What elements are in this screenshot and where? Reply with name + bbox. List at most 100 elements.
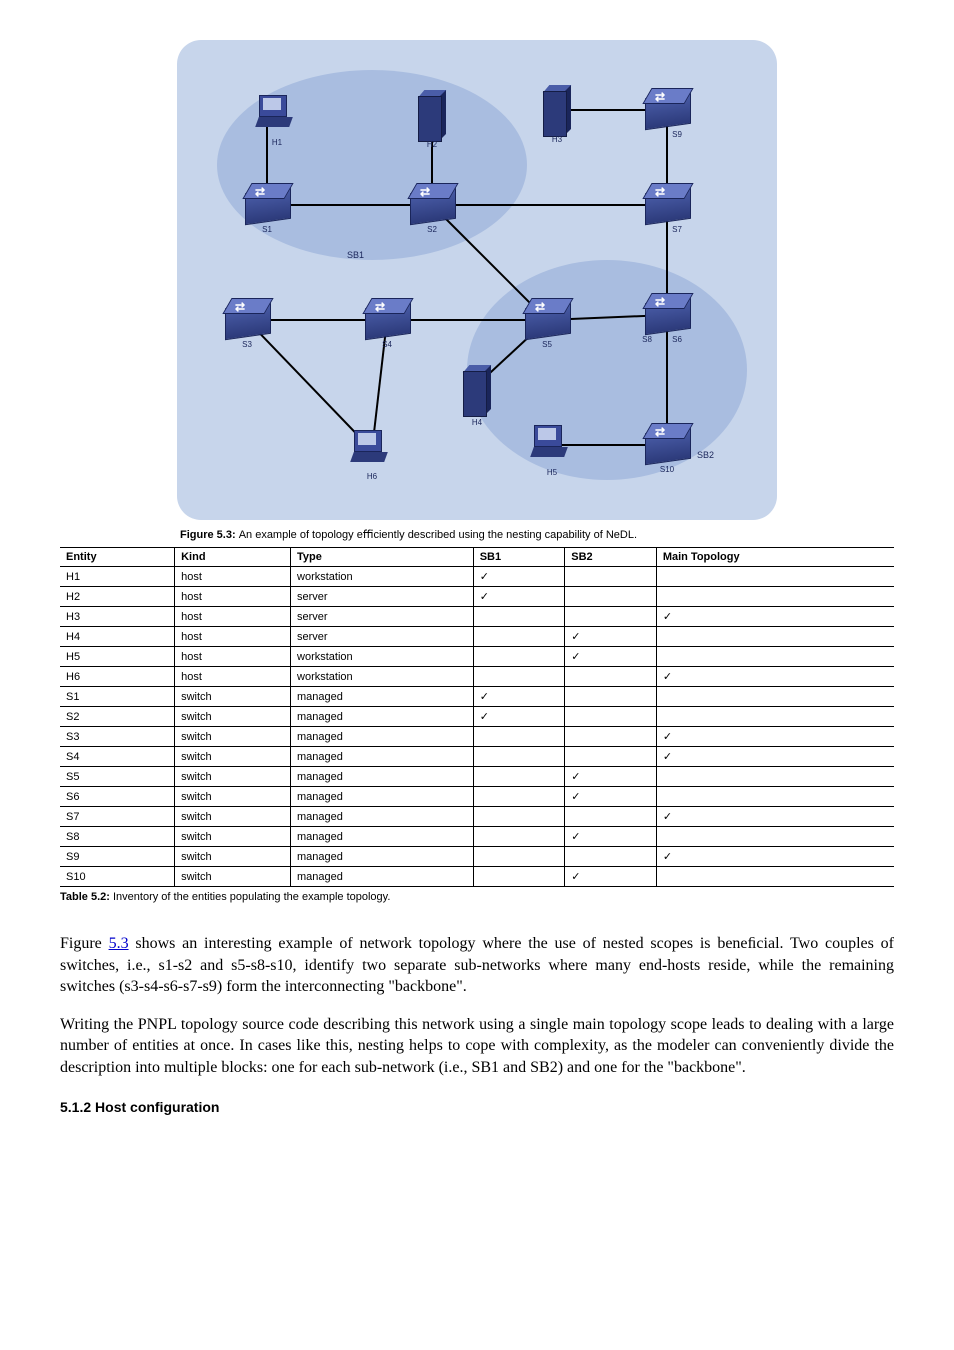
table-cell: managed	[291, 827, 474, 847]
table-cell: ✓	[656, 847, 894, 867]
switch-s2-label: S2	[427, 225, 437, 234]
table-cell: ✓	[473, 587, 565, 607]
table-cell: H6	[60, 667, 175, 687]
table-cell: S8	[60, 827, 175, 847]
switch-s7-label: S7	[672, 225, 682, 234]
th-main: Main Topology	[656, 548, 894, 567]
table-cell: ✓	[656, 607, 894, 627]
section-heading: 5.1.2 Host conﬁguration	[60, 1099, 894, 1115]
table-cell	[656, 647, 894, 667]
table-cell	[473, 767, 565, 787]
table-cell	[565, 587, 657, 607]
table-cell	[473, 867, 565, 887]
th-entity: Entity	[60, 548, 175, 567]
table-cell: ✓	[656, 747, 894, 767]
table-cell	[473, 727, 565, 747]
table-cell	[473, 807, 565, 827]
table-cell: managed	[291, 687, 474, 707]
host-h3	[543, 85, 571, 135]
table-cell: switch	[175, 767, 291, 787]
switch-s7: ⇄	[645, 190, 689, 220]
table-cell: H3	[60, 607, 175, 627]
table-cell: host	[175, 567, 291, 587]
table-cell	[656, 627, 894, 647]
table-cell: workstation	[291, 667, 474, 687]
table-cell: host	[175, 667, 291, 687]
table-row: S3switchmanaged✓	[60, 727, 894, 747]
figure-caption: Figure 5.3: An example of topology eﬃcie…	[180, 528, 894, 541]
table-cell: host	[175, 607, 291, 627]
table-row: H1hostworkstation✓	[60, 567, 894, 587]
table-cell: switch	[175, 727, 291, 747]
table-row: H2hostserver✓	[60, 587, 894, 607]
switch-s8-label: S8	[642, 335, 652, 344]
switch-s10-label: S10	[660, 465, 674, 474]
host-h2-label: H2	[427, 140, 437, 149]
table-cell	[473, 787, 565, 807]
table-row: S6switchmanaged✓	[60, 787, 894, 807]
figure-caption-text: An example of topology eﬃciently describ…	[239, 529, 637, 541]
switch-s9-label: S9	[672, 130, 682, 139]
table-cell: S9	[60, 847, 175, 867]
table-cell: host	[175, 627, 291, 647]
table-row: S2switchmanaged✓	[60, 707, 894, 727]
table-cell: switch	[175, 747, 291, 767]
table-caption: Table 5.2: Inventory of the entities pop…	[60, 891, 894, 903]
table-cell: host	[175, 647, 291, 667]
host-h4	[463, 365, 491, 415]
table-cell: H4	[60, 627, 175, 647]
table-cell	[565, 847, 657, 867]
table-cell: switch	[175, 807, 291, 827]
switch-s3-label: S3	[242, 340, 252, 349]
table-cell: host	[175, 587, 291, 607]
th-kind: Kind	[175, 548, 291, 567]
table-row: H6hostworkstation ✓	[60, 667, 894, 687]
table-row: S9switchmanaged✓	[60, 847, 894, 867]
table-cell: switch	[175, 867, 291, 887]
table-cell: managed	[291, 707, 474, 727]
table-cell: managed	[291, 767, 474, 787]
table-cell	[656, 707, 894, 727]
table-cell: ✓	[565, 787, 657, 807]
table-cell: workstation	[291, 567, 474, 587]
switch-s5: ⇄	[525, 305, 569, 335]
inventory-table: Entity Kind Type SB1 SB2 Main Topology H…	[60, 547, 894, 887]
p1-text-b: shows an interesting example of network …	[60, 935, 894, 995]
table-cell: workstation	[291, 647, 474, 667]
table-cell: managed	[291, 787, 474, 807]
paragraph-2: Writing the PNPL topology source code de…	[60, 1014, 894, 1079]
figure-ref-link[interactable]: 5.3	[109, 935, 129, 952]
switch-s3: ⇄	[225, 305, 269, 335]
table-cell: managed	[291, 727, 474, 747]
table-cell: ✓	[656, 667, 894, 687]
host-h1	[257, 95, 297, 135]
figure-caption-prefix: Figure 5.3:	[180, 529, 239, 541]
table-cell	[656, 567, 894, 587]
table-row: H4hostserver✓	[60, 627, 894, 647]
table-cell: S6	[60, 787, 175, 807]
table-cell	[656, 587, 894, 607]
table-cell	[473, 627, 565, 647]
paragraph-1: Figure 5.3 shows an interesting example …	[60, 933, 894, 998]
table-cell	[656, 687, 894, 707]
table-cell	[565, 687, 657, 707]
table-row: S4switchmanaged ✓	[60, 747, 894, 767]
table-cell: S3	[60, 727, 175, 747]
switch-s4: ⇄	[365, 305, 409, 335]
table-cell	[473, 747, 565, 767]
table-cell	[565, 607, 657, 627]
host-h1-label: H1	[272, 138, 282, 147]
table-cell: managed	[291, 747, 474, 767]
table-header-row: Entity Kind Type SB1 SB2 Main Topology	[60, 548, 894, 567]
table-cell: S10	[60, 867, 175, 887]
table-row: H3hostserver✓	[60, 607, 894, 627]
table-cell: S4	[60, 747, 175, 767]
table-cell: S1	[60, 687, 175, 707]
th-sb2: SB2	[565, 548, 657, 567]
table-cell	[473, 847, 565, 867]
table-cell: ✓	[473, 567, 565, 587]
table-cell: S5	[60, 767, 175, 787]
table-cell: ✓	[565, 827, 657, 847]
switch-s5-label: S5	[542, 340, 552, 349]
table-cell	[656, 767, 894, 787]
